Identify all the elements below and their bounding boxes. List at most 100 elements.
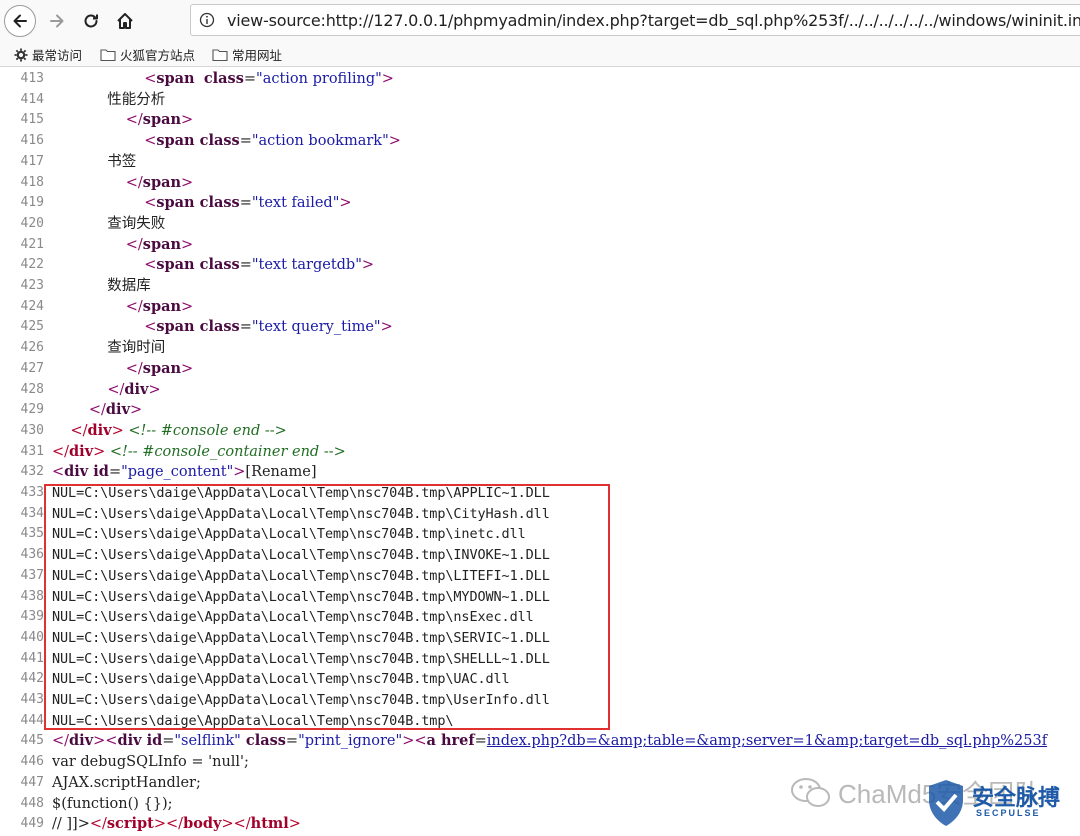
code-token: span — [142, 359, 182, 377]
line-code: <span class="action bookmark"> — [52, 131, 401, 152]
bookmark-most-visited[interactable]: 最常访问 — [14, 45, 82, 64]
line-code: <span class="text query_time"> — [52, 317, 393, 338]
code-token: > — [339, 195, 352, 212]
line-code: </span> — [52, 110, 193, 131]
code-token: script — [106, 815, 154, 833]
shield-icon — [929, 780, 963, 826]
back-button[interactable] — [4, 5, 36, 37]
line-number: 439 — [20, 609, 44, 625]
source-line: 415 </span> — [0, 110, 1080, 131]
line-code: </div> — [52, 380, 160, 401]
line-number: 437 — [20, 567, 44, 583]
code-token: span — [142, 297, 182, 315]
line-number: 428 — [20, 381, 44, 397]
code-token: div — [64, 463, 89, 481]
line-number: 433 — [20, 485, 44, 500]
code-token: "text targetdb" — [251, 257, 362, 274]
source-link[interactable]: index.php?db=&amp;table=&amp;server=1&am… — [487, 733, 1047, 749]
line-number: 435 — [20, 526, 44, 542]
bookmark-common-sites[interactable]: 常用网址 — [212, 45, 282, 64]
home-button[interactable] — [110, 6, 140, 36]
code-token: > — [130, 402, 143, 419]
line-number: 443 — [20, 692, 44, 707]
line-code: $(function() {}); — [52, 794, 173, 815]
source-line: 422 <span class="text targetdb"> — [0, 255, 1080, 276]
code-token: > — [381, 71, 394, 87]
forward-button[interactable] — [42, 6, 72, 36]
line-number: 441 — [20, 650, 44, 666]
code-token: </ — [233, 816, 251, 833]
code-token: span — [142, 111, 182, 129]
wechat-icon — [791, 778, 830, 807]
code-token: "action bookmark" — [251, 133, 389, 150]
code-token: // ]]> — [52, 816, 90, 833]
source-line: 418 </span> — [0, 173, 1080, 194]
code-token: > — [288, 816, 301, 833]
line-number: 426 — [20, 340, 44, 356]
line-code: AJAX.scriptHandler; — [52, 773, 201, 794]
code-token: </ — [125, 174, 143, 191]
code-token: </ — [89, 816, 107, 833]
line-number: 429 — [20, 402, 44, 418]
line-code: 查询时间 — [52, 338, 165, 359]
code-token: > — [181, 112, 194, 129]
code-token: class — [240, 732, 286, 750]
code-token: "selflink" — [174, 733, 241, 750]
line-code: var debugSQLInfo = 'null'; — [52, 752, 249, 773]
line-code: </span> — [52, 297, 193, 318]
line-code: </span> — [52, 235, 193, 256]
code-token: class — [194, 132, 240, 150]
bookmark-firefox-sites[interactable]: 火狐官方站点 — [100, 45, 195, 64]
code-token: 查询失败 — [52, 215, 166, 232]
code-token: span — [142, 173, 182, 191]
line-code: <span class="text failed"> — [52, 193, 352, 214]
line-number: 430 — [20, 422, 44, 438]
folder-icon — [212, 48, 228, 61]
code-token: < — [52, 464, 65, 481]
code-token: > — [93, 443, 106, 460]
code-token: <!-- #console_container end --> — [109, 443, 346, 460]
source-line: 421 </span> — [0, 235, 1080, 256]
line-number: 424 — [20, 298, 44, 314]
code-token: AJAX.scriptHandler; — [52, 774, 201, 791]
highlight-box — [44, 484, 610, 730]
source-line: 424 </span> — [0, 297, 1080, 318]
code-token: </ — [125, 360, 143, 377]
code-token: class — [194, 256, 240, 274]
line-number: 445 — [20, 733, 44, 749]
code-token: html — [250, 815, 289, 833]
code-token: href — [435, 732, 475, 750]
code-token: > — [181, 298, 194, 315]
code-token: = — [243, 71, 257, 87]
line-code: </div> <!-- #console end --> — [52, 421, 286, 442]
code-token: div — [69, 732, 94, 750]
code-token: </ — [166, 816, 184, 833]
code-token: body — [183, 815, 222, 833]
reload-button[interactable] — [76, 6, 106, 36]
code-token: > — [181, 174, 194, 191]
code-token: </ — [52, 733, 70, 750]
line-number: 440 — [20, 629, 44, 645]
line-code: </span> — [52, 173, 193, 194]
code-token: 书签 — [52, 153, 137, 170]
url-bar[interactable]: view-source:http://127.0.0.1/phpmyadmin/… — [190, 4, 1080, 36]
folder-icon — [100, 48, 116, 61]
source-line: 430 </div> <!-- #console end --> — [0, 421, 1080, 442]
line-code: </div><div id="selflink" class="print_ig… — [52, 731, 1047, 752]
url-text: view-source:http://127.0.0.1/phpmyadmin/… — [227, 11, 1080, 30]
code-token: span — [142, 235, 182, 253]
line-number: 432 — [20, 464, 44, 480]
code-token: span — [156, 194, 195, 212]
line-number: 446 — [20, 754, 44, 770]
bookmark-label: 火狐官方站点 — [120, 49, 196, 63]
bookmarks-toolbar: 最常访问 火狐官方站点 常用网址 — [0, 42, 1080, 67]
code-token: "page_content" — [121, 464, 234, 481]
info-icon[interactable] — [199, 12, 215, 28]
code-token: </ — [70, 422, 88, 439]
